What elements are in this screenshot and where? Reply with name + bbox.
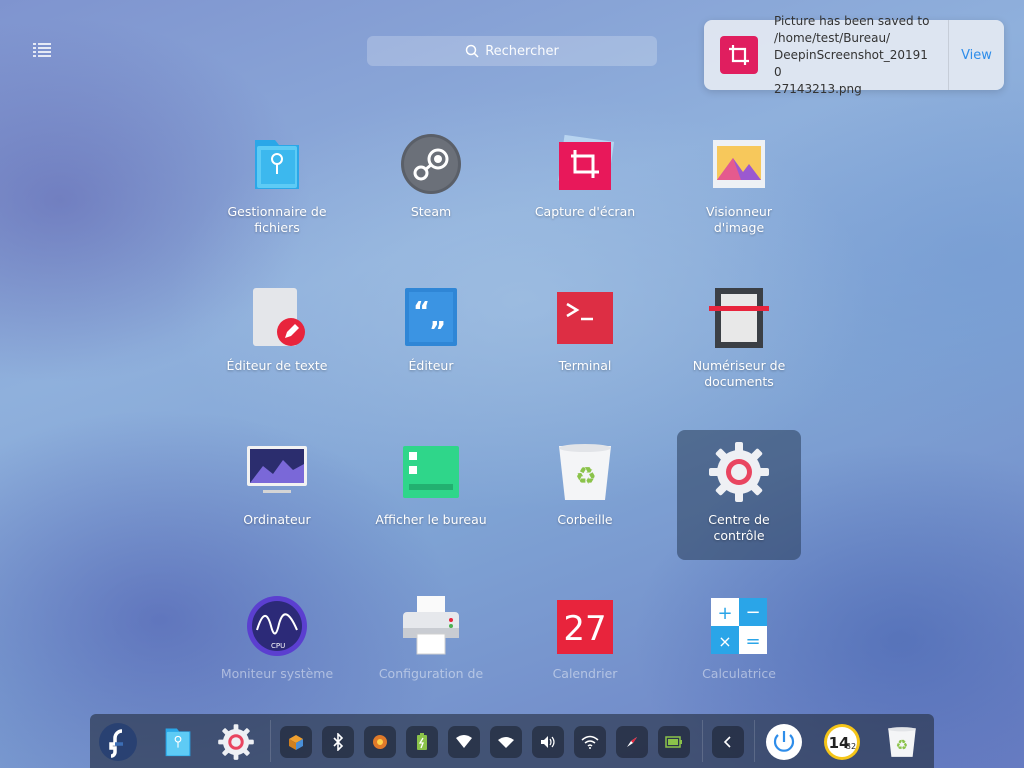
tray-network-icon[interactable] (490, 726, 522, 758)
app-calendar[interactable]: 27 Calendrier (523, 592, 647, 714)
app-label: Ordinateur (243, 512, 311, 527)
dock-divider (702, 720, 703, 762)
dock-trash[interactable]: ♻ (882, 722, 922, 762)
app-editor[interactable]: “ ” Éditeur (369, 284, 493, 406)
app-label: Afficher le bureau (375, 512, 487, 527)
trash-icon: ♻ (888, 727, 916, 757)
calculator-icon: + − × = (707, 594, 771, 658)
app-label: Moniteur système (220, 666, 334, 681)
image-viewer-icon (707, 132, 771, 196)
show-desktop-icon (399, 440, 463, 504)
control-center-icon (707, 440, 771, 504)
app-label: Numériseur de documents (692, 358, 786, 389)
app-label: Éditeur (408, 358, 454, 373)
app-label: Steam (410, 204, 452, 219)
tray-compass-icon[interactable] (616, 726, 648, 758)
notification-line: 27143213.png (774, 81, 862, 96)
app-label: Capture d'écran (534, 204, 636, 219)
app-system-monitor[interactable]: CPU Moniteur système (215, 592, 339, 714)
app-show-desktop[interactable]: Afficher le bureau (369, 438, 493, 560)
dock-file-manager[interactable] (158, 722, 198, 762)
tray-wifi-icon[interactable] (448, 726, 480, 758)
calendar-icon: 27 (553, 594, 617, 658)
svg-text:♻: ♻ (896, 737, 908, 753)
screenshot-icon (720, 36, 758, 74)
app-control-center[interactable]: Centre de contrôle (677, 430, 801, 560)
dock-control-center[interactable] (216, 722, 256, 762)
dock: 14 32 ♻ (90, 714, 934, 768)
gear-icon (218, 724, 254, 760)
search-placeholder: Rechercher (485, 43, 559, 59)
view-mode-toggle-icon[interactable] (33, 42, 51, 60)
svg-text:♻: ♻ (575, 462, 597, 490)
file-manager-icon (165, 728, 191, 757)
app-file-manager[interactable]: Gestionnaire de fichiers (215, 130, 339, 252)
notification-popup[interactable]: Picture has been saved to /home/test/Bur… (704, 14, 1004, 96)
app-image-viewer[interactable]: Visionneur d'image (677, 130, 801, 252)
svg-text:×: × (718, 632, 731, 651)
tray-package-icon[interactable] (280, 726, 312, 758)
clock-icon: 14 32 (824, 724, 860, 760)
app-label: Centre de contrôle (708, 512, 770, 543)
scanner-icon (707, 286, 771, 350)
app-steam[interactable]: Steam (369, 130, 493, 252)
editor-icon: “ ” (399, 286, 463, 350)
file-manager-icon (245, 132, 309, 196)
svg-text:−: − (745, 602, 760, 623)
tray-updater-icon[interactable] (364, 726, 396, 758)
printer-icon (399, 594, 463, 658)
computer-icon (245, 440, 309, 504)
app-calculator[interactable]: + − × = Calculatrice (677, 592, 801, 714)
dock-clock[interactable]: 14 32 (822, 722, 862, 762)
notification-line: /home/test/Bureau/ (774, 30, 891, 45)
search-icon (465, 44, 479, 58)
fedora-icon (99, 723, 137, 761)
dock-launcher[interactable] (98, 722, 138, 762)
tray-power-battery-icon[interactable] (658, 726, 690, 758)
notification-line: Picture has been saved to (774, 13, 930, 28)
steam-icon (399, 132, 463, 196)
power-icon (766, 724, 802, 760)
app-scanner[interactable]: Numériseur de documents (677, 284, 801, 406)
app-label: Configuration de (378, 666, 484, 681)
notification-message: Picture has been saved to /home/test/Bur… (774, 13, 934, 98)
svg-text:CPU: CPU (271, 642, 285, 650)
terminal-icon (553, 286, 617, 350)
app-terminal[interactable]: Terminal (523, 284, 647, 406)
screenshot-icon (553, 132, 617, 196)
app-printer-config[interactable]: Configuration de (369, 592, 493, 714)
notification-line: DeepinScreenshot_201910 (774, 47, 928, 79)
app-label: Visionneur d'image (706, 204, 772, 235)
clock-minute: 32 (846, 742, 856, 751)
dock-divider (270, 720, 271, 762)
tray-volume-icon[interactable] (532, 726, 564, 758)
app-trash[interactable]: ♻ Corbeille (523, 438, 647, 560)
svg-text:“: “ (413, 297, 430, 327)
text-editor-icon (245, 286, 309, 350)
app-computer[interactable]: Ordinateur (215, 438, 339, 560)
app-text-editor[interactable]: Éditeur de texte (215, 284, 339, 406)
dock-divider (754, 720, 755, 762)
app-label: Corbeille (557, 512, 613, 527)
app-label: Éditeur de texte (226, 358, 328, 373)
search-input[interactable]: Rechercher (367, 36, 657, 66)
svg-text:=: = (745, 631, 760, 652)
app-label: Terminal (558, 358, 612, 373)
tray-bluetooth-icon[interactable] (322, 726, 354, 758)
dock-power[interactable] (764, 722, 804, 762)
trash-icon: ♻ (553, 440, 617, 504)
app-screenshot[interactable]: Capture d'écran (523, 130, 647, 252)
system-monitor-icon: CPU (245, 594, 309, 658)
calendar-day: 27 (563, 609, 606, 649)
tray-battery-icon[interactable] (406, 726, 438, 758)
app-label: Calendrier (552, 666, 618, 681)
notification-view-button[interactable]: View (949, 48, 1004, 63)
svg-text:+: + (717, 603, 732, 624)
app-label: Gestionnaire de fichiers (227, 204, 327, 235)
app-label: Calculatrice (702, 666, 776, 681)
svg-text:”: ” (429, 317, 446, 347)
tray-wifi-signal-icon[interactable] (574, 726, 606, 758)
tray-collapse-chevron-left-icon[interactable] (712, 726, 744, 758)
